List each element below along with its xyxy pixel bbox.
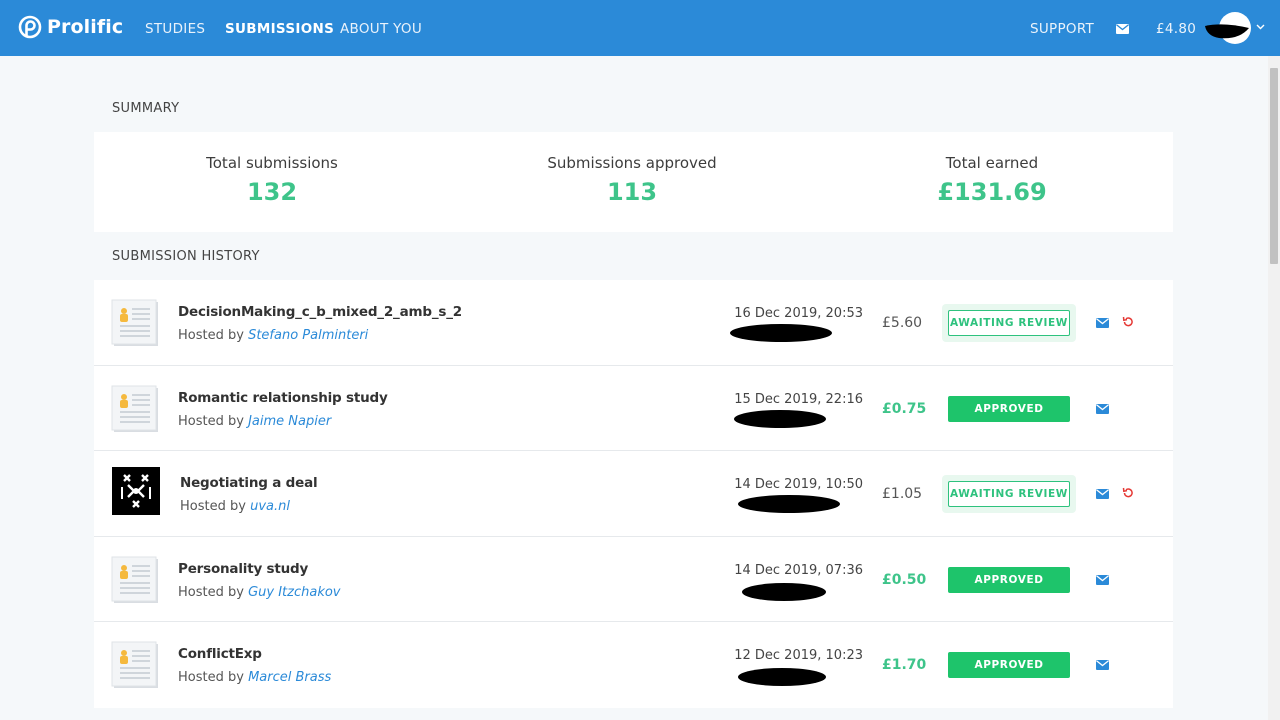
table-row[interactable]: Personality study Hosted by Guy Itzchako…	[94, 537, 1173, 622]
hosted-by: Hosted by Guy Itzchakov	[178, 585, 341, 600]
prolific-logo-icon	[18, 15, 42, 39]
redaction	[734, 409, 826, 428]
stat-value: £131.69	[937, 178, 1047, 206]
researcher-link[interactable]: Marcel Brass	[248, 670, 331, 685]
message-icon[interactable]	[1096, 403, 1109, 414]
submission-date: 12 Dec 2019, 10:23	[734, 648, 863, 663]
reward: £0.50	[882, 571, 927, 588]
mail-icon[interactable]	[1116, 24, 1129, 34]
submission-date: 16 Dec 2019, 20:53	[734, 306, 863, 321]
reward: £5.60	[882, 315, 923, 331]
hosted-prefix: Hosted by	[178, 584, 244, 600]
table-row[interactable]: ConflictExp Hosted by Marcel Brass 12 De…	[94, 622, 1173, 708]
hosted-prefix: Hosted by	[178, 670, 244, 685]
document-icon	[111, 299, 158, 346]
submission-history-list: DecisionMaking_c_b_mixed_2_amb_s_2 Hoste…	[94, 280, 1173, 708]
avatar[interactable]	[1203, 12, 1251, 44]
stat-submissions-approved: Submissions approved 113	[482, 154, 782, 206]
hosted-prefix: Hosted by	[178, 328, 244, 343]
message-icon[interactable]	[1096, 660, 1109, 670]
message-icon[interactable]	[1096, 318, 1109, 328]
hosted-prefix: Hosted by	[180, 499, 246, 514]
scrollbar[interactable]	[1268, 56, 1280, 720]
top-navbar: Prolific STUDIES SUBMISSIONS ABOUT YOU S…	[0, 0, 1280, 56]
study-title[interactable]: DecisionMaking_c_b_mixed_2_amb_s_2	[178, 304, 462, 320]
status-badge: AWAITING REVIEW	[948, 310, 1070, 336]
brand-name: Prolific	[47, 16, 124, 38]
researcher-link[interactable]: Jaime Napier	[248, 414, 331, 429]
status-badge: APPROVED	[948, 395, 1070, 422]
stat-label: Total submissions	[206, 154, 338, 172]
stat-value: 132	[246, 178, 298, 206]
hosted-prefix: Hosted by	[178, 413, 244, 429]
document-icon	[111, 385, 158, 432]
stat-total-earned: Total earned £131.69	[842, 154, 1142, 206]
hosted-by: Hosted by Jaime Napier	[178, 414, 331, 429]
message-icon[interactable]	[1096, 489, 1109, 499]
submission-date: 14 Dec 2019, 07:36	[734, 562, 863, 578]
table-row[interactable]: Negotiating a deal Hosted by uva.nl 14 D…	[94, 451, 1173, 537]
chevron-down-icon[interactable]	[1256, 24, 1265, 30]
message-icon[interactable]	[1096, 574, 1109, 585]
balance: £4.80	[1156, 21, 1197, 37]
stat-value: 113	[606, 178, 658, 206]
redaction	[730, 324, 832, 342]
hosted-by: Hosted by Marcel Brass	[178, 670, 331, 685]
table-row[interactable]: Romantic relationship study Hosted by Ja…	[94, 366, 1173, 451]
stat-total-submissions: Total submissions 132	[122, 154, 422, 206]
document-icon	[111, 641, 158, 688]
study-title[interactable]: Personality study	[178, 561, 308, 577]
hosted-by: Hosted by uva.nl	[180, 499, 290, 514]
redaction	[742, 582, 826, 601]
status-badge: APPROVED	[948, 652, 1070, 678]
return-submission-icon[interactable]	[1122, 487, 1134, 499]
redaction	[738, 495, 840, 513]
study-title[interactable]: ConflictExp	[178, 646, 262, 662]
logo[interactable]: Prolific	[18, 15, 123, 39]
return-submission-icon[interactable]	[1122, 316, 1134, 328]
status-badge: APPROVED	[948, 566, 1070, 593]
hosted-by: Hosted by Stefano Palminteri	[178, 328, 368, 343]
nav-about-you[interactable]: ABOUT YOU	[340, 21, 422, 37]
submission-history-heading: SUBMISSION HISTORY	[112, 249, 260, 264]
stat-label: Total earned	[945, 154, 1039, 172]
reward: £0.75	[882, 400, 927, 417]
redaction	[738, 668, 826, 686]
uva-logo	[112, 467, 160, 515]
submission-date: 14 Dec 2019, 10:50	[734, 477, 863, 492]
status-badge: AWAITING REVIEW	[948, 481, 1070, 507]
study-title[interactable]: Romantic relationship study	[178, 390, 388, 406]
reward: £1.70	[882, 657, 927, 673]
nav-studies[interactable]: STUDIES	[145, 21, 205, 37]
nav-support[interactable]: SUPPORT	[1030, 21, 1094, 37]
reward: £1.05	[882, 486, 923, 502]
summary-card: Total submissions 132 Submissions approv…	[94, 132, 1173, 232]
stat-label: Submissions approved	[547, 154, 717, 172]
summary-heading: SUMMARY	[112, 101, 180, 116]
submission-date: 15 Dec 2019, 22:16	[734, 391, 863, 407]
scrollbar-thumb[interactable]	[1270, 68, 1278, 264]
table-row[interactable]: DecisionMaking_c_b_mixed_2_amb_s_2 Hoste…	[94, 280, 1173, 366]
researcher-link[interactable]: Stefano Palminteri	[248, 328, 368, 343]
researcher-link[interactable]: Guy Itzchakov	[248, 585, 340, 600]
document-icon	[111, 556, 158, 603]
study-title[interactable]: Negotiating a deal	[180, 475, 318, 491]
researcher-link[interactable]: uva.nl	[250, 499, 290, 514]
nav-submissions[interactable]: SUBMISSIONS	[225, 21, 334, 37]
